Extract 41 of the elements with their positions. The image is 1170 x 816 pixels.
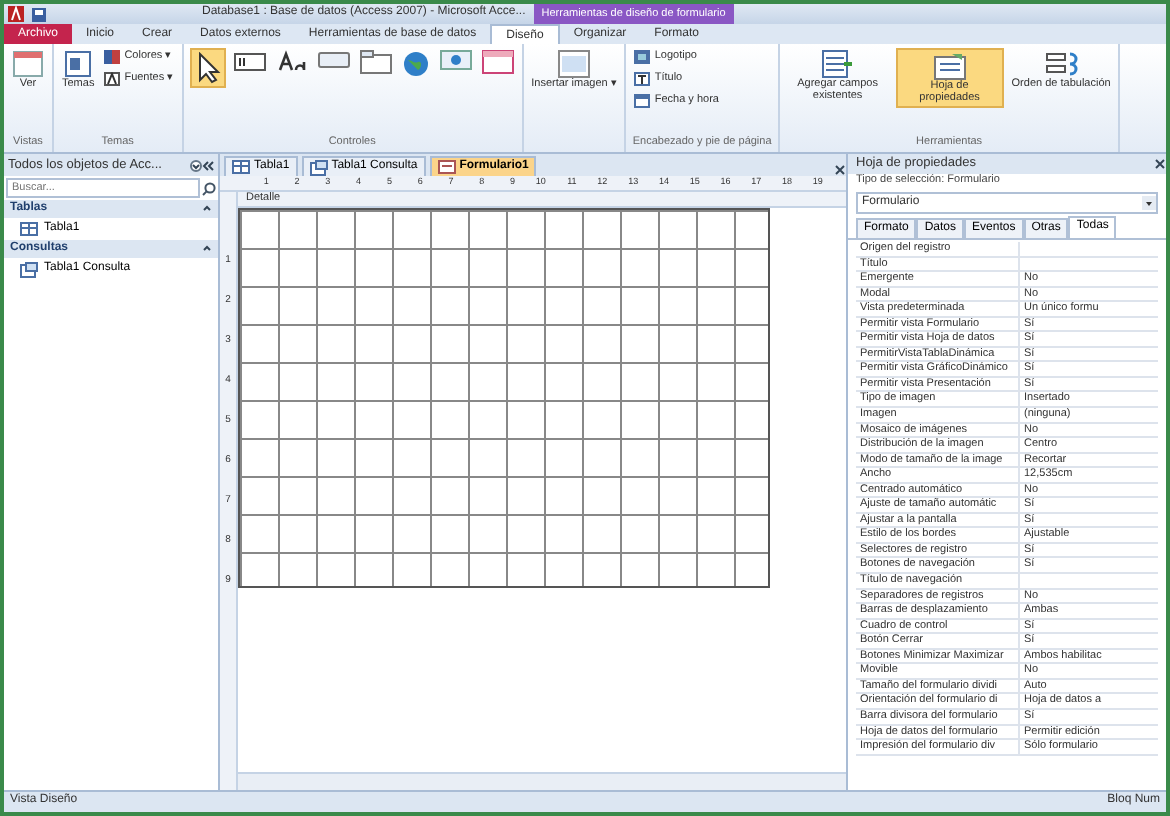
table-icon xyxy=(20,222,38,236)
pointer-icon xyxy=(193,52,222,84)
title-icon xyxy=(634,72,651,86)
button-control-tool[interactable] xyxy=(315,48,352,72)
font-icon xyxy=(104,72,121,86)
tab-order-icon xyxy=(1045,50,1078,78)
query-icon xyxy=(309,159,328,175)
label-control-icon xyxy=(275,50,308,74)
calendar-icon xyxy=(634,94,651,108)
label-control-tool[interactable] xyxy=(273,48,310,76)
query-icon xyxy=(20,261,38,277)
close-icon xyxy=(1154,158,1166,170)
textbox-tool[interactable] xyxy=(231,48,268,76)
collapse-icon xyxy=(202,244,212,254)
navigation-control-icon xyxy=(439,50,472,70)
image-icon xyxy=(557,50,590,78)
dropdown-icon xyxy=(190,159,202,171)
globe-tool[interactable] xyxy=(399,48,432,80)
table-icon xyxy=(232,160,250,174)
save-icon xyxy=(32,7,46,21)
dropdown-arrow-icon xyxy=(1142,196,1156,210)
frame-icon xyxy=(481,50,514,74)
tab-control-tool[interactable] xyxy=(357,48,394,76)
form-view-icon xyxy=(12,50,44,78)
fields-icon xyxy=(821,50,854,78)
close-icon xyxy=(834,164,846,176)
globe-icon xyxy=(401,50,430,78)
collapse-icon xyxy=(202,159,214,171)
property-sheet-icon xyxy=(933,52,966,80)
navigation-control-tool[interactable] xyxy=(437,48,474,72)
textbox-icon xyxy=(233,50,266,74)
palette-icon xyxy=(104,50,121,64)
collapse-icon xyxy=(202,204,212,214)
frame-tool[interactable] xyxy=(479,48,516,76)
themes-icon xyxy=(64,50,93,78)
pointer-tool[interactable] xyxy=(189,48,226,88)
tab-control-icon xyxy=(359,50,392,74)
logo-icon xyxy=(634,50,651,64)
form-icon xyxy=(437,160,456,174)
search-icon xyxy=(202,181,216,195)
button-control-icon xyxy=(317,50,350,70)
